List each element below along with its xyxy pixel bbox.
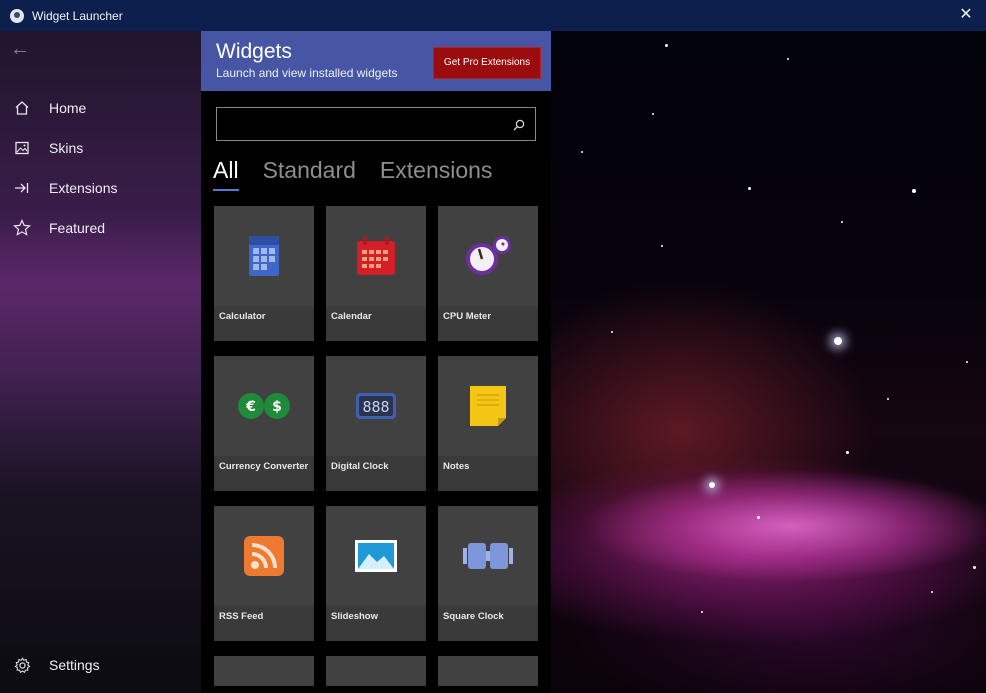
widget-tile-digital-clock[interactable]: 888 Digital Clock xyxy=(326,356,426,491)
slideshow-icon xyxy=(355,540,397,572)
widget-label: CPU Meter xyxy=(443,311,492,322)
sidebar-item-label: Featured xyxy=(49,220,106,236)
widget-label: Digital Clock xyxy=(331,461,389,472)
home-icon xyxy=(13,99,31,117)
widget-label: Calendar xyxy=(331,311,372,322)
back-button[interactable]: ← xyxy=(10,39,32,61)
star xyxy=(846,451,849,454)
sidebar-item-skins[interactable]: Skins xyxy=(0,130,201,166)
close-button[interactable]: ✕ xyxy=(956,6,976,26)
search-input[interactable] xyxy=(216,107,536,141)
sidebar-item-label: Settings xyxy=(49,657,100,673)
rss-icon xyxy=(244,536,284,576)
widget-tile-square-clock[interactable]: Square Clock xyxy=(438,506,538,641)
widget-tile-partial[interactable] xyxy=(214,656,314,686)
tab-standard[interactable]: Standard xyxy=(263,157,356,193)
widget-tile-currency-converter[interactable]: € $ Currency Converter xyxy=(214,356,314,491)
sidebar: ← Home Skins Extensions Featured Setting… xyxy=(0,31,201,693)
title-bar: Widget Launcher ✕ xyxy=(0,0,986,31)
sidebar-item-label: Extensions xyxy=(49,180,118,196)
space-background xyxy=(551,31,986,693)
bright-star xyxy=(834,337,842,345)
widget-tile-partial[interactable] xyxy=(438,656,538,686)
square-clock-icon xyxy=(463,543,513,569)
star xyxy=(652,113,654,115)
sidebar-item-home[interactable]: Home xyxy=(0,90,201,126)
sidebar-item-extensions[interactable]: Extensions xyxy=(0,170,201,206)
page-subtitle: Launch and view installed widgets xyxy=(216,66,398,80)
cpu-meter-icon xyxy=(466,236,511,275)
image-icon xyxy=(13,139,31,157)
tab-bar: All Standard Extensions xyxy=(213,157,516,193)
star xyxy=(931,591,933,593)
get-pro-extensions-button[interactable]: Get Pro Extensions xyxy=(433,47,541,79)
calculator-icon xyxy=(249,236,279,276)
star xyxy=(973,566,976,569)
widget-tile-calculator[interactable]: Calculator xyxy=(214,206,314,341)
currency-icon: € $ xyxy=(238,393,290,419)
widgets-panel: Widgets Launch and view installed widget… xyxy=(201,31,551,693)
star xyxy=(887,398,889,400)
sidebar-item-label: Skins xyxy=(49,140,84,156)
widget-label: Notes xyxy=(443,461,470,472)
star xyxy=(748,187,751,190)
window-title: Widget Launcher xyxy=(32,8,123,23)
star xyxy=(787,58,789,60)
widget-tile-rss-feed[interactable]: RSS Feed xyxy=(214,506,314,641)
sidebar-item-featured[interactable]: Featured xyxy=(0,210,201,246)
sidebar-item-label: Home xyxy=(49,100,87,116)
widget-tile-partial[interactable] xyxy=(326,656,426,686)
star xyxy=(757,516,760,519)
tab-all[interactable]: All xyxy=(213,157,239,193)
widget-tile-calendar[interactable]: Calendar xyxy=(326,206,426,341)
widget-label: RSS Feed xyxy=(219,611,264,622)
star xyxy=(912,189,916,193)
sidebar-item-settings[interactable]: Settings xyxy=(0,647,201,683)
widget-label: Currency Converter xyxy=(219,461,309,472)
extensions-icon xyxy=(13,179,31,197)
search-icon[interactable] xyxy=(513,118,525,131)
app-icon xyxy=(10,8,24,23)
star xyxy=(966,361,968,363)
star xyxy=(701,611,703,613)
star xyxy=(611,331,613,333)
star-icon xyxy=(13,219,31,237)
bright-star xyxy=(709,482,715,488)
digital-clock-icon: 888 xyxy=(356,393,396,419)
calendar-icon xyxy=(357,237,395,275)
tab-extensions[interactable]: Extensions xyxy=(380,157,493,193)
star xyxy=(665,44,668,47)
notes-icon xyxy=(470,386,506,426)
widget-label: Square Clock xyxy=(443,611,504,622)
widget-tile-cpu-meter[interactable]: CPU Meter xyxy=(438,206,538,341)
dollar-symbol: $ xyxy=(272,399,282,415)
star xyxy=(581,151,583,153)
star xyxy=(661,245,663,247)
gear-icon xyxy=(13,656,31,674)
page-title: Widgets xyxy=(216,40,292,63)
widget-label: Slideshow xyxy=(331,611,378,622)
widget-label: Calculator xyxy=(219,311,266,322)
panel-header: Widgets Launch and view installed widget… xyxy=(201,31,551,91)
widget-tile-slideshow[interactable]: Slideshow xyxy=(326,506,426,641)
digital-clock-digits: 888 xyxy=(362,398,389,416)
widget-tile-notes[interactable]: Notes xyxy=(438,356,538,491)
star xyxy=(841,221,843,223)
euro-symbol: € xyxy=(245,399,256,415)
